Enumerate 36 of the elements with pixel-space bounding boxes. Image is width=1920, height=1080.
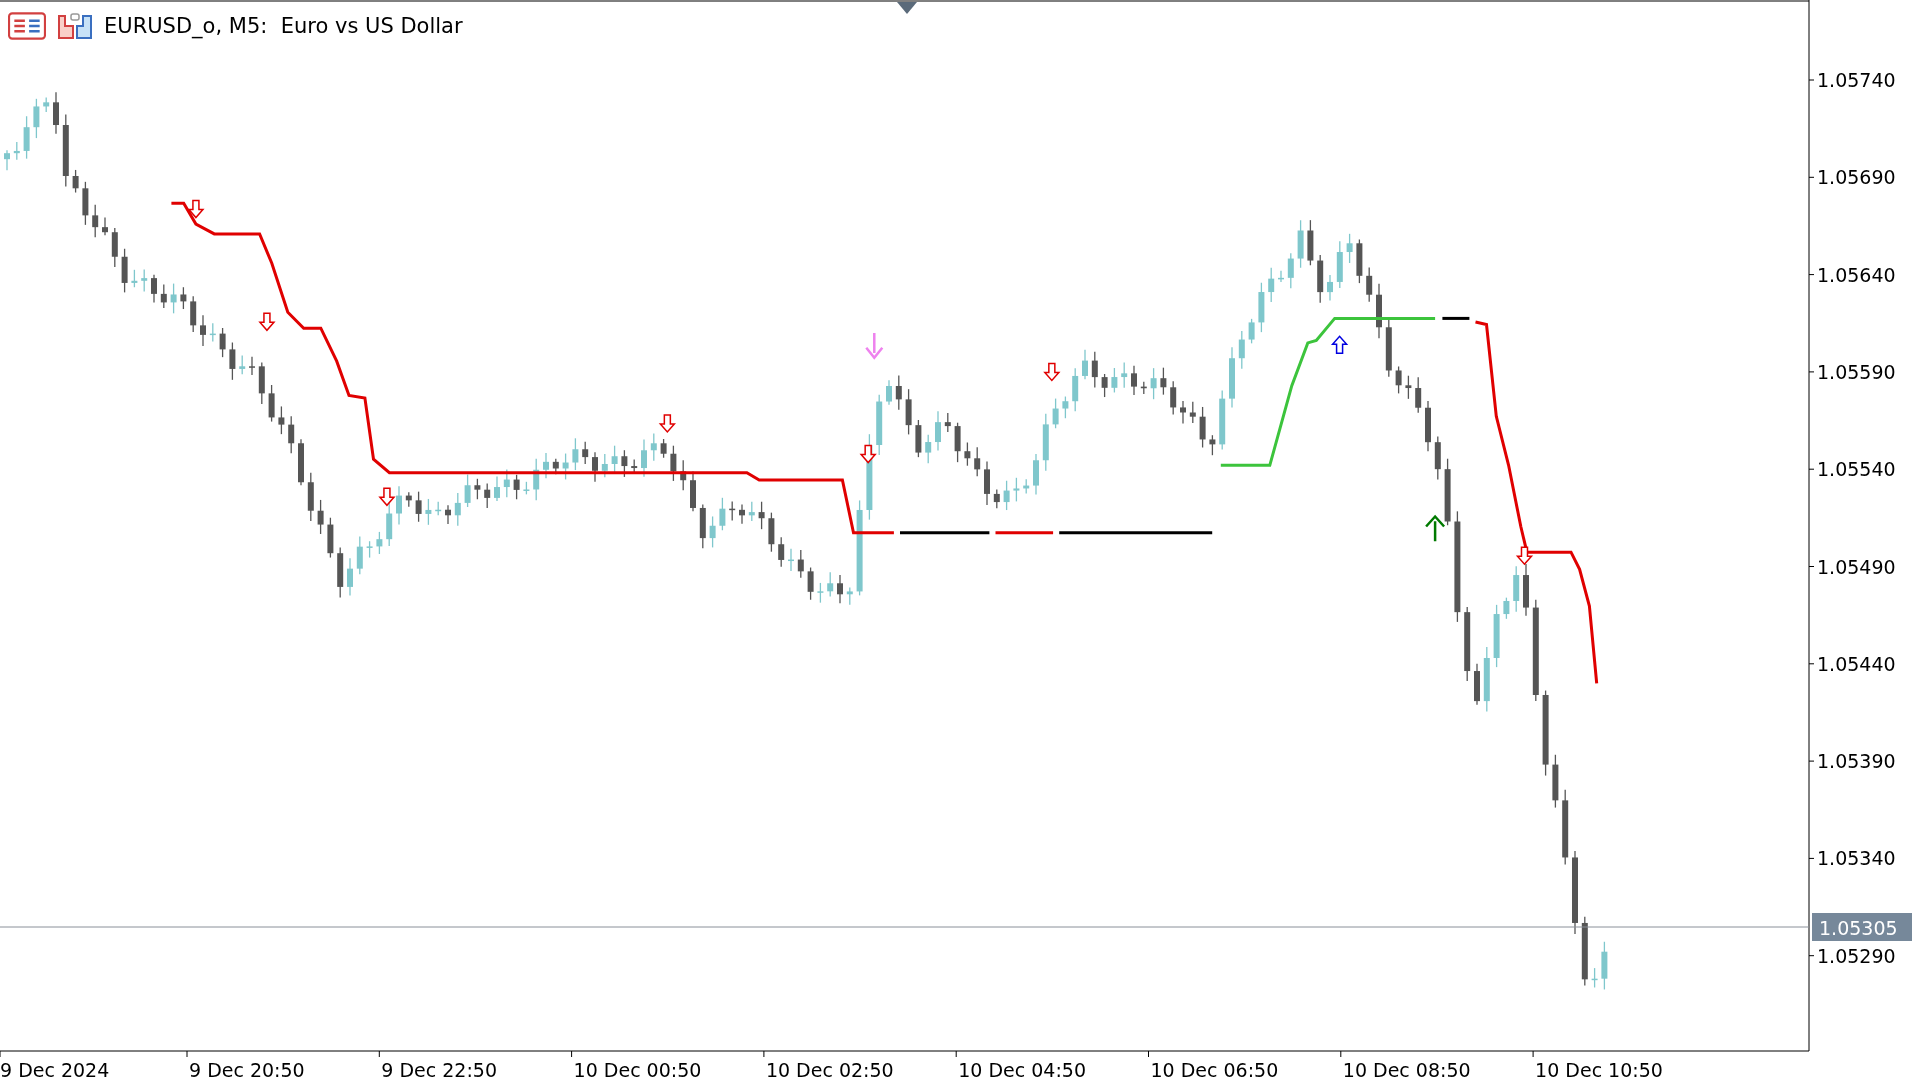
price-label: 1.05640 [1817, 263, 1896, 286]
time-label: 9 Dec 22:50 [381, 1059, 497, 1080]
time-label: 10 Dec 02:50 [765, 1059, 894, 1080]
chart-window-icon[interactable] [56, 12, 94, 40]
price-label: 1.05290 [1817, 944, 1896, 967]
up-arrow-icon [1330, 335, 1349, 355]
time-label: 10 Dec 06:50 [1150, 1059, 1279, 1080]
list-icon[interactable] [8, 12, 46, 40]
price-label: 1.05740 [1817, 69, 1896, 91]
down-arrow-icon [859, 444, 877, 464]
price-label: 1.05540 [1817, 458, 1896, 481]
price-label: 1.05390 [1817, 750, 1896, 773]
time-label: 9 Dec 20:50 [189, 1059, 305, 1080]
price-label: 1.05690 [1817, 166, 1896, 189]
marker-triangle-icon[interactable] [897, 2, 917, 14]
down-arrow-icon [1043, 362, 1061, 382]
down-arrow-icon [258, 312, 276, 332]
down-arrow-icon [1515, 546, 1534, 566]
down-arrow-icon [378, 487, 396, 507]
price-label: 1.05590 [1817, 360, 1896, 383]
down-arrow-icon [865, 331, 884, 360]
time-label: 10 Dec 10:50 [1535, 1059, 1663, 1080]
price-label: 1.05440 [1817, 652, 1896, 675]
trend-line [995, 531, 1054, 535]
level-line [1442, 316, 1470, 320]
chart-title: EURUSD_o, M5: Euro vs US Dollar [104, 14, 463, 38]
current-price-badge: 1.05305 [1812, 913, 1912, 941]
time-label: 9 Dec 2024 [0, 1059, 110, 1080]
down-arrow-icon [187, 199, 205, 219]
up-arrow-icon [1424, 514, 1446, 543]
time-label: 10 Dec 04:50 [958, 1059, 1086, 1080]
time-label: 10 Dec 00:50 [573, 1059, 702, 1080]
price-label: 1.05340 [1817, 847, 1896, 870]
down-arrow-icon [658, 414, 676, 434]
time-label: 10 Dec 08:50 [1342, 1059, 1471, 1080]
price-label: 1.05490 [1817, 555, 1896, 578]
